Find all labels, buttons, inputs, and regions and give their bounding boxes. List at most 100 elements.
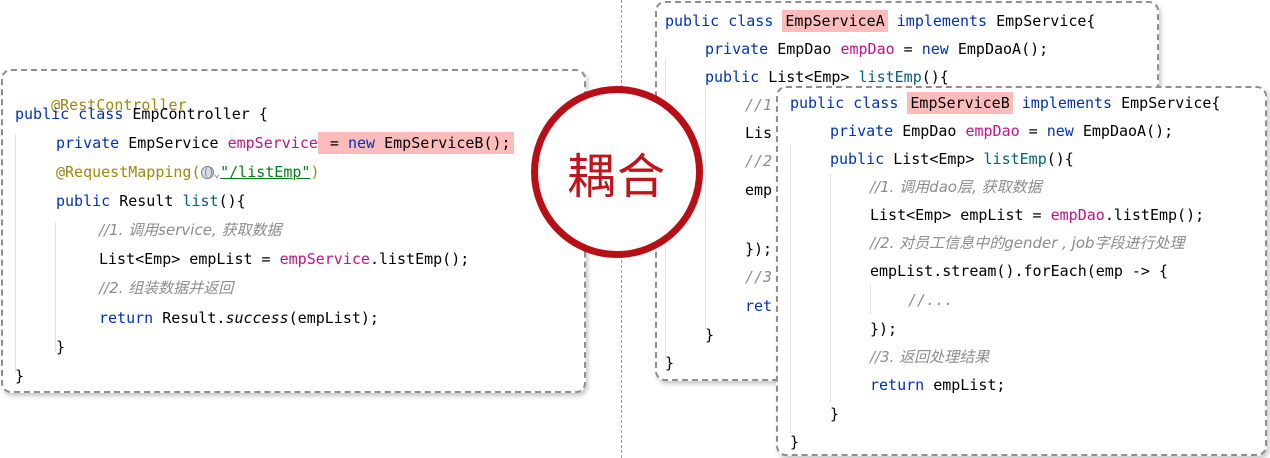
closing-brace: } bbox=[830, 404, 839, 424]
comment-line: //2. 组装数据并返回 bbox=[99, 278, 233, 298]
comment-text: //2 bbox=[745, 152, 773, 170]
partial-code-line: //1 bbox=[745, 95, 772, 115]
indent-guide bbox=[15, 134, 16, 374]
indent-guide bbox=[790, 144, 791, 434]
partial-code-line: //3 bbox=[745, 267, 772, 287]
code-text: }); bbox=[745, 240, 773, 258]
method-brace: (){ bbox=[218, 192, 246, 210]
keyword: public class bbox=[15, 105, 133, 123]
comment-line: //1. 调用dao层, 获取数据 bbox=[870, 177, 1042, 197]
method-call: .listEmp(); bbox=[369, 250, 470, 268]
partial-code-line: ret bbox=[745, 296, 772, 316]
stream-call: empList.stream().forEach(emp -> { bbox=[870, 262, 1169, 280]
comment-line: //2. 对员工信息中的gender , job字段进行处理 bbox=[870, 233, 1185, 253]
comment-text: //3. 返回处理结果 bbox=[870, 348, 990, 366]
brace: } bbox=[665, 354, 675, 372]
comment-line: //3. 返回处理结果 bbox=[870, 347, 989, 367]
stream-close-line: }); bbox=[870, 319, 897, 339]
closing-brace: } bbox=[665, 353, 674, 373]
coupling-label: 耦合 bbox=[566, 149, 667, 205]
closing-brace: } bbox=[15, 366, 24, 386]
class-declaration-line: public class EmpServiceB implements EmpS… bbox=[790, 92, 1221, 114]
comment-text: //2. 对员工信息中的gender , job字段进行处理 bbox=[870, 234, 1185, 252]
type-name: EmpDao bbox=[777, 40, 841, 58]
list-statement-line: List<Emp> empList = empService.listEmp()… bbox=[99, 249, 469, 269]
return-statement-line: return Result.success(empList); bbox=[99, 308, 379, 328]
comment-text: //2. 组装数据并返回 bbox=[99, 279, 234, 297]
request-mapping-line: @RequestMapping(⌄"/listEmp") bbox=[56, 162, 319, 184]
keyword: private bbox=[705, 40, 778, 58]
keyword: implements bbox=[887, 12, 997, 30]
impl-class-name: EmpDaoA(); bbox=[957, 40, 1049, 58]
type-name: List<Emp> bbox=[768, 68, 859, 86]
field-name: empDao bbox=[840, 40, 895, 58]
method-brace: (){ bbox=[1046, 150, 1074, 168]
keyword: private bbox=[830, 122, 903, 140]
class-declaration-line: public class EmpController { bbox=[15, 104, 268, 124]
variable-declaration: List<Emp> empList = bbox=[870, 206, 1051, 224]
method-args: (empList); bbox=[288, 309, 379, 327]
field-name: empService bbox=[227, 134, 318, 152]
partial-code-line: Lis bbox=[745, 123, 772, 143]
closing-brace: } bbox=[705, 325, 714, 345]
static-method: success bbox=[225, 309, 289, 327]
return-value: empList; bbox=[933, 376, 1006, 394]
method-declaration-line: public List<Emp> listEmp(){ bbox=[830, 149, 1074, 169]
class-declaration-line: public class EmpServiceA implements EmpS… bbox=[665, 10, 1095, 32]
variable-declaration: List<Emp> empList = bbox=[99, 250, 280, 268]
indent-guide bbox=[830, 174, 831, 404]
method-call: .listEmp(); bbox=[1104, 206, 1205, 224]
keyword: new bbox=[921, 40, 958, 58]
comment-line: //1. 调用service, 获取数据 bbox=[99, 220, 281, 240]
brace: } bbox=[56, 338, 66, 356]
code-text: Lis bbox=[745, 124, 773, 142]
method-brace: (){ bbox=[921, 68, 949, 86]
method-name: list bbox=[182, 192, 219, 210]
partial-code-line: //2 bbox=[745, 151, 772, 171]
method-name: listEmp bbox=[858, 68, 922, 86]
globe-icon[interactable] bbox=[200, 166, 214, 179]
controller-code-panel: @RestController public class EmpControll… bbox=[1, 69, 586, 393]
assign-operator: = bbox=[1019, 122, 1047, 140]
class-name: Result. bbox=[162, 309, 226, 327]
impl-class-name: EmpServiceB(); bbox=[384, 134, 511, 152]
request-mapping-annotation: @RequestMapping( bbox=[56, 163, 201, 181]
class-name-highlight: EmpServiceB bbox=[907, 92, 1013, 114]
keyword: new bbox=[1046, 122, 1083, 140]
interface-name: EmpService{ bbox=[1121, 94, 1221, 112]
list-statement-line: List<Emp> empList = empDao.listEmp(); bbox=[870, 205, 1204, 225]
class-name-highlight: EmpServiceA bbox=[782, 10, 888, 32]
mapping-path-link[interactable]: "/listEmp" bbox=[220, 163, 310, 181]
keyword: public bbox=[830, 150, 894, 168]
type-name: EmpService bbox=[128, 134, 228, 152]
annotation-close: ) bbox=[310, 163, 320, 181]
assign-operator: = bbox=[320, 134, 348, 152]
keyword: new bbox=[348, 134, 385, 152]
field-name: empDao bbox=[965, 122, 1020, 140]
return-statement-line: return empList; bbox=[870, 375, 1005, 395]
keyword: implements bbox=[1012, 94, 1122, 112]
indent-guide bbox=[870, 284, 871, 314]
method-declaration-line: public List<Emp> listEmp(){ bbox=[705, 67, 949, 87]
dao-field-line: private EmpDao empDao = new EmpDaoA(); bbox=[705, 39, 1048, 59]
comment-line: //... bbox=[908, 290, 953, 310]
type-name: EmpDao bbox=[902, 122, 966, 140]
brace: } bbox=[830, 405, 840, 423]
type-name: List<Emp> bbox=[893, 150, 984, 168]
dao-field-line: private EmpDao empDao = new EmpDaoA(); bbox=[830, 121, 1173, 141]
code-text: emp bbox=[745, 181, 773, 199]
method-name: listEmp bbox=[983, 150, 1047, 168]
type-name: Result bbox=[119, 192, 183, 210]
method-declaration-line: public Result list(){ bbox=[56, 191, 246, 211]
class-name: EmpController { bbox=[132, 105, 268, 123]
closing-brace: } bbox=[56, 337, 65, 357]
brace: } bbox=[790, 433, 800, 451]
impl-class-name: EmpDaoA(); bbox=[1082, 122, 1174, 140]
field-name: empDao bbox=[1050, 206, 1105, 224]
brace: } bbox=[705, 326, 715, 344]
coupling-highlight: = new EmpServiceB(); bbox=[317, 132, 514, 154]
partial-code-line: }); bbox=[745, 239, 772, 259]
partial-code-line: emp bbox=[745, 180, 772, 200]
keyword: ret bbox=[745, 297, 773, 315]
field-declaration-line: private EmpService empService = new EmpS… bbox=[56, 132, 514, 154]
